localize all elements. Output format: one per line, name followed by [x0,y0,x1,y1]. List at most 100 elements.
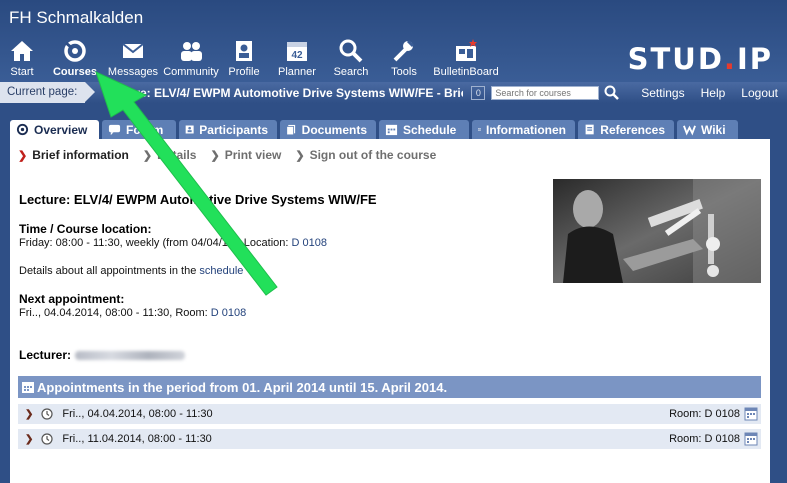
tab-participants-label: Participants [199,122,268,137]
clock-icon [41,408,53,420]
schedule-link[interactable]: schedule [199,265,243,277]
schedule-icon [385,124,398,136]
breadcrumb: Lecture: ELV/4/ EWPM Automotive Drive Sy… [103,85,463,100]
references-icon [585,124,594,135]
logout-link[interactable]: Logout [741,86,778,100]
nav-tools[interactable]: Tools [374,38,434,82]
tab-participants[interactable]: Participants [179,120,277,139]
lecturer-name-redacted[interactable] [75,351,186,361]
appointment-date: Fri.., 11.04.2014, 08:00 - 11:30 [62,433,212,445]
tab-references-label: References [600,122,665,137]
info-icon [478,128,481,131]
calendar-icon[interactable] [744,407,758,421]
nav-community[interactable]: Community [160,38,222,82]
documents-icon [286,124,296,136]
tab-forum[interactable]: Forum [102,120,176,139]
appointment-row[interactable]: ❯ Fri.., 11.04.2014, 08:00 - 11:30 Room:… [18,429,761,449]
sub-navigation: ❯ Brief information ❯ Details ❯ Print view … [18,148,436,162]
subnav-details[interactable]: ❯ Details [143,148,197,162]
studip-logo[interactable]: STUD.IP [628,42,773,76]
chevron-right-icon: ❯ [142,149,153,162]
tab-references[interactable]: References [578,120,674,139]
nav-start-label: Start [10,66,34,78]
search-icon[interactable] [604,85,620,101]
nav-bulletinboard-label: BulletinBoard [433,66,499,78]
course-tabs: Overview Forum Participants Documents Sc… [10,120,738,139]
breadcrumb-label: Current page: [0,82,96,103]
expand-arrow-icon[interactable]: ❯ [25,409,33,420]
tab-wiki[interactable]: Wiki [677,120,738,139]
tab-forum-label: Forum [126,122,164,137]
appointment-date: Fri.., 04.04.2014, 08:00 - 11:30 [62,408,213,420]
nav-planner-label: Planner [278,66,316,78]
courses-icon [64,40,86,62]
tab-documents-label: Documents [301,122,367,137]
nav-profile-label: Profile [228,66,260,78]
course-image [553,179,761,283]
header-links: Settings Help Logout [641,82,778,103]
course-search-input[interactable] [491,85,600,100]
chevron-right-icon: ❯ [210,149,220,162]
chevron-right-icon: ❯ [295,149,305,162]
clock-icon [41,433,53,445]
home-icon [11,41,33,61]
main-nav: Start Courses Messages Community Profile… [0,38,499,82]
right-gutter [770,103,787,483]
nav-start[interactable]: Start [0,38,44,82]
overview-icon [16,123,29,136]
nav-courses[interactable]: Courses [44,38,106,82]
room-link[interactable]: D 0108 [211,307,246,319]
nav-search-label: Search [333,66,369,78]
appointment-room: Room: D 0108 [669,408,740,420]
help-link[interactable]: Help [701,86,726,100]
top-bar: FH Schmalkalden Start Courses Messages C… [0,0,787,82]
forum-icon [108,124,121,136]
nav-courses-label: Courses [52,66,98,78]
wrench-icon [393,39,415,62]
details-text: Details about all appointments in the sc… [19,265,244,277]
calendar-icon [22,382,34,393]
tab-overview[interactable]: Overview [10,120,99,139]
calendar-icon[interactable] [744,432,758,446]
appointment-room: Room: D 0108 [669,433,740,445]
site-title: FH Schmalkalden [9,8,144,27]
nav-bulletinboard[interactable]: BulletinBoard [433,38,499,82]
tab-wiki-label: Wiki [701,122,726,137]
community-icon [181,42,202,61]
nav-profile[interactable]: Profile [222,38,266,82]
profile-icon [236,41,252,61]
subnav-print-view[interactable]: ❯ Print view [210,148,281,162]
expand-arrow-icon[interactable]: ❯ [25,434,33,445]
nav-messages-label: Messages [107,66,159,78]
time-location-heading: Time / Course location: [19,222,152,236]
tab-overview-label: Overview [34,122,88,137]
tab-schedule[interactable]: Schedule [379,120,469,139]
time-location-text: Friday: 08:00 - 11:30, weekly (from 04/0… [19,237,327,249]
participants-icon [185,125,194,134]
nav-search[interactable]: Search [328,38,374,82]
search-icon [339,39,363,63]
breadcrumb-badge: 0 [471,85,486,100]
subnav-sign-out[interactable]: ❯ Sign out of the course [295,148,436,162]
nav-messages[interactable]: Messages [106,38,160,82]
board-icon [456,39,477,61]
subnav-brief-information[interactable]: ❯ Brief information [18,148,129,162]
nav-tools-label: Tools [391,66,417,78]
tab-documents[interactable]: Documents [280,120,376,139]
main-content: ❯ Brief information ❯ Details ❯ Print view … [10,139,770,483]
next-appointment-text: Fri.., 04.04.2014, 08:00 - 11:30, Room: … [19,307,247,319]
nav-planner[interactable]: 42 Planner [266,38,328,82]
chevron-down-icon: ❯ [18,149,28,162]
appointment-row[interactable]: ❯ Fri.., 04.04.2014, 08:00 - 11:30 Room:… [18,404,761,424]
tab-informationen-label: Informationen [486,122,566,137]
lecturer-row: Lecturer: [19,348,186,362]
location-link[interactable]: D 0108 [292,237,327,249]
breadcrumb-bar: Current page: Lecture: ELV/4/ EWPM Autom… [0,82,787,103]
appointments-header: Appointments in the period from 01. Apri… [18,376,761,398]
settings-link[interactable]: Settings [641,86,684,100]
envelope-icon [122,43,144,58]
tab-informationen[interactable]: Informationen [472,120,575,139]
wiki-icon [683,125,696,136]
calendar-icon: 42 [287,42,307,61]
nav-community-label: Community [163,66,219,78]
